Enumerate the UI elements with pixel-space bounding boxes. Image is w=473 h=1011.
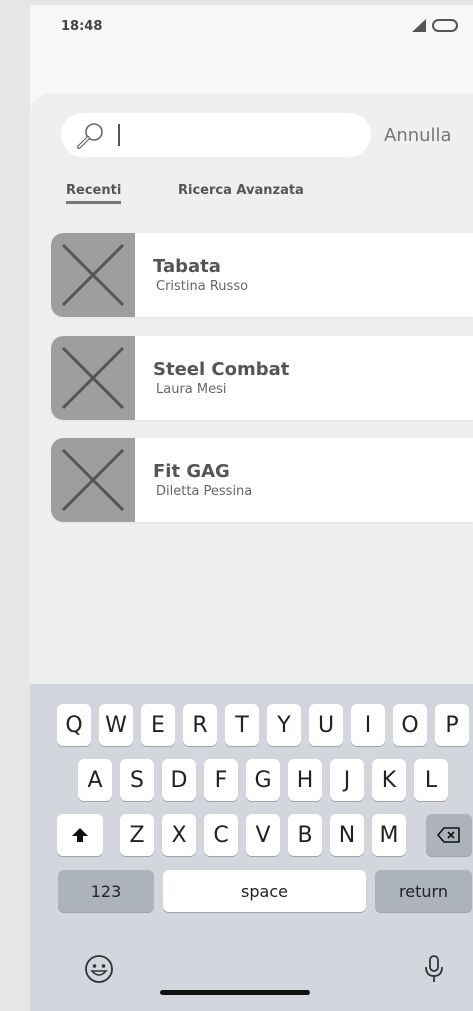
key-i[interactable]: I: [351, 704, 385, 746]
key-d[interactable]: D: [162, 759, 196, 801]
key-w[interactable]: W: [99, 704, 133, 746]
home-indicator: [160, 990, 310, 995]
tab-ricerca-avanzata[interactable]: Ricerca Avanzata: [178, 183, 304, 198]
key-m[interactable]: M: [372, 814, 406, 856]
return-key[interactable]: return: [375, 870, 472, 912]
result-title: Steel Combat: [153, 359, 290, 380]
key-y[interactable]: Y: [267, 704, 301, 746]
key-z[interactable]: Z: [120, 814, 154, 856]
delete-icon: [437, 827, 460, 843]
key-a[interactable]: A: [78, 759, 112, 801]
tab-recenti[interactable]: Recenti: [66, 183, 122, 204]
battery-icon: [432, 19, 458, 32]
key-v[interactable]: V: [246, 814, 280, 856]
key-b[interactable]: B: [288, 814, 322, 856]
text-caret: [118, 124, 120, 146]
result-title: Tabata: [153, 256, 221, 277]
signal-icon: [412, 19, 426, 32]
key-g[interactable]: G: [246, 759, 280, 801]
key-f[interactable]: F: [204, 759, 238, 801]
shift-key[interactable]: [57, 814, 103, 856]
cancel-button[interactable]: Annulla: [384, 125, 452, 146]
key-o[interactable]: O: [393, 704, 427, 746]
key-t[interactable]: T: [225, 704, 259, 746]
status-bar: 18:48: [30, 5, 473, 45]
key-u[interactable]: U: [309, 704, 343, 746]
key-p[interactable]: P: [435, 704, 469, 746]
key-e[interactable]: E: [141, 704, 175, 746]
key-c[interactable]: C: [204, 814, 238, 856]
key-s[interactable]: S: [120, 759, 154, 801]
result-subtitle: Laura Mesi: [156, 382, 227, 397]
result-subtitle: Cristina Russo: [156, 279, 249, 294]
key-r[interactable]: R: [183, 704, 217, 746]
delete-key[interactable]: [426, 814, 472, 856]
status-time: 18:48: [61, 19, 103, 34]
key-n[interactable]: N: [330, 814, 364, 856]
result-card[interactable]: Fit GAG Diletta Pessina: [51, 438, 473, 522]
image-placeholder-icon: [51, 336, 135, 420]
image-placeholder-icon: [51, 233, 135, 317]
key-x[interactable]: X: [162, 814, 196, 856]
shift-icon: [72, 828, 88, 842]
result-subtitle: Diletta Pessina: [156, 484, 253, 499]
numbers-key[interactable]: 123: [58, 870, 154, 912]
key-k[interactable]: K: [372, 759, 406, 801]
key-j[interactable]: J: [330, 759, 364, 801]
emoji-icon[interactable]: [84, 954, 114, 984]
phone-screen: 18:48 Annulla Recenti Ricerca Avanzata T…: [30, 5, 473, 1011]
key-h[interactable]: H: [288, 759, 322, 801]
search-input[interactable]: [61, 113, 371, 157]
result-title: Fit GAG: [153, 461, 230, 482]
key-l[interactable]: L: [414, 759, 448, 801]
result-card[interactable]: Tabata Cristina Russo: [51, 233, 473, 317]
result-card[interactable]: Steel Combat Laura Mesi: [51, 336, 473, 420]
image-placeholder-icon: [51, 438, 135, 522]
keyboard: Q W E R T Y U I O P A S D F G H J K L Z …: [30, 684, 473, 1011]
microphone-icon[interactable]: [424, 954, 444, 984]
key-q[interactable]: Q: [57, 704, 91, 746]
search-icon: [77, 123, 103, 149]
space-key[interactable]: space: [163, 870, 366, 912]
